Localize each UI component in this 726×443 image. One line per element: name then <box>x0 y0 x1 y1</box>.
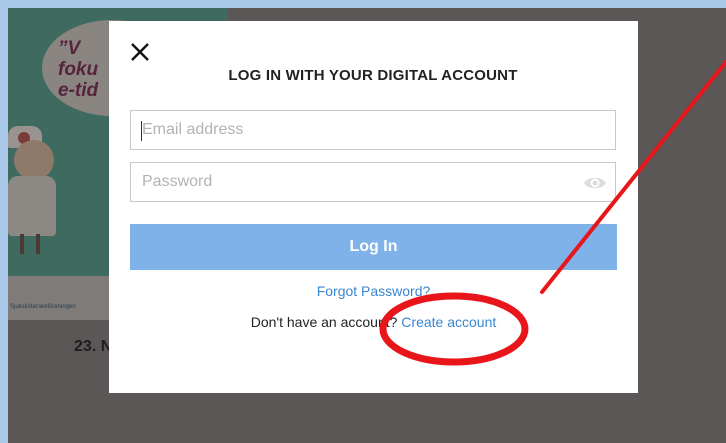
annotation-circle <box>379 292 529 366</box>
annotation-overlay <box>379 60 726 366</box>
annotation-arrow-line <box>540 60 726 294</box>
